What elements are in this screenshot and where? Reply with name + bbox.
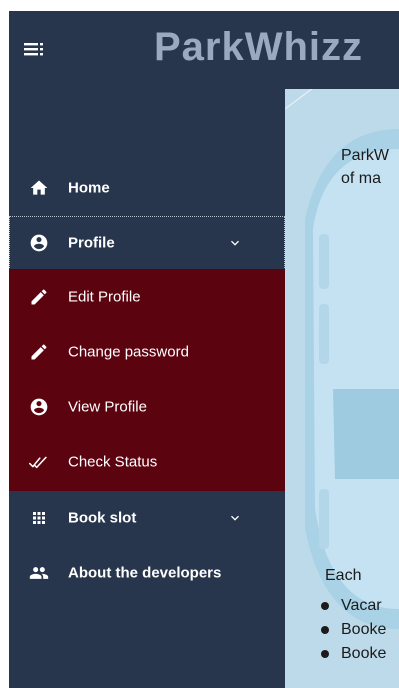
chevron-down-icon [231,515,239,521]
sidebar-item-label: Book slot [68,509,137,527]
submenu-item-label: View Profile [68,398,147,416]
submenu-item-change-password[interactable]: Change password [9,325,285,379]
pencil-icon [29,287,49,307]
list-intro-text: Each [325,567,362,584]
sidebar-nav: Home Profile Edit Profile Change passwor… [9,89,285,688]
submenu-item-view-profile[interactable]: View Profile [9,380,285,434]
app-title: ParkWhizz [154,25,364,69]
chevron-down-icon [231,240,239,246]
sidebar-item-home[interactable]: Home [9,161,285,215]
profile-submenu: Edit Profile Change password View Profil… [9,269,285,491]
sidebar-item-label: Profile [68,234,115,252]
list-item: Booke [315,642,386,666]
account-circle-icon [29,233,49,253]
double-check-icon [29,452,49,472]
submenu-item-label: Change password [68,343,189,361]
pencil-icon [29,342,49,362]
sidebar-item-book-slot[interactable]: Book slot [9,491,285,545]
submenu-item-check-status[interactable]: Check Status [9,435,285,489]
menu-icon [24,43,43,56]
top-app-bar: ParkWhizz [9,11,399,89]
sidebar-item-label: Home [68,179,110,197]
app-frame: ParkWhizz Home Profile Edit Profile Chan… [9,0,399,688]
intro-text-line: of ma [341,170,382,187]
submenu-item-label: Edit Profile [68,288,141,306]
main-content: ParkW of ma Each Vacar Booke Booke [285,89,399,688]
list-item: Vacar [315,594,386,618]
submenu-item-label: Check Status [68,453,158,471]
grid-icon [29,508,49,528]
account-circle-icon [29,397,49,417]
list-item: Booke [315,618,386,642]
hamburger-menu-button[interactable] [23,38,45,60]
status-list: Vacar Booke Booke [315,594,386,666]
home-icon [29,178,49,198]
group-icon [29,563,49,583]
sidebar-item-label: About the developers [68,564,222,582]
sidebar-item-profile[interactable]: Profile [9,216,285,270]
intro-text-line: ParkW [341,147,389,164]
submenu-item-edit-profile[interactable]: Edit Profile [9,270,285,324]
sidebar-item-about-developers[interactable]: About the developers [9,546,285,600]
